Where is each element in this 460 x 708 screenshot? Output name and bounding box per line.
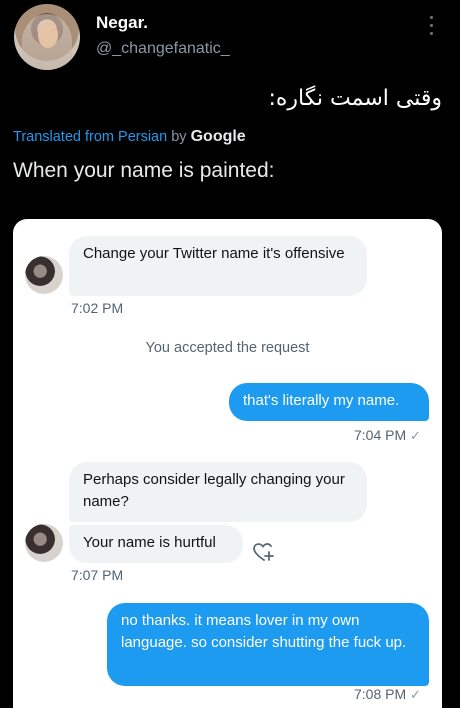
tweet-translation: When your name is painted: [13, 159, 275, 182]
google-logo-text: Google [190, 128, 246, 145]
user-handle[interactable]: @_changefanatic_ [96, 40, 230, 58]
incoming-message-2[interactable]: Perhaps consider legally changing your n… [69, 462, 367, 522]
message-time-4-text: 7:08 PM [354, 686, 407, 702]
message-time-3: 7:07 PM [71, 567, 124, 583]
sender-avatar [25, 256, 63, 294]
sender-avatar [25, 524, 63, 562]
message-time-2-text: 7:04 PM [354, 427, 407, 443]
message-time-4: 7:08 PM ✓ [354, 686, 421, 703]
outgoing-message-1[interactable]: that's literally my name. [229, 383, 429, 421]
sent-check-icon: ✓ [410, 687, 421, 702]
translated-by-label: by [171, 129, 187, 145]
tweet-header: Negar. @_changefanatic_ [0, 0, 460, 80]
dm-screenshot-card: Change your Twitter name it's offensive … [13, 219, 442, 708]
translated-from-label[interactable]: Translated from Persian [13, 129, 167, 145]
message-time-1: 7:02 PM [71, 300, 124, 316]
incoming-message-1[interactable]: Change your Twitter name it's offensive [69, 236, 367, 296]
add-reaction-heart-icon[interactable] [251, 539, 277, 565]
request-accepted-note: You accepted the request [145, 340, 310, 356]
sent-check-icon: ✓ [410, 428, 421, 443]
display-name[interactable]: Negar. [96, 13, 148, 33]
outgoing-message-2[interactable]: no thanks. it means lover in my own lang… [107, 603, 429, 686]
message-time-2: 7:04 PM ✓ [354, 427, 421, 444]
incoming-message-3[interactable]: Your name is hurtful [69, 525, 243, 563]
tweet-original-text: وقتی اسمت نگاره: [268, 86, 442, 111]
more-vertical-icon[interactable] [430, 16, 434, 36]
translation-attribution[interactable]: Translated from Persian by Google [13, 128, 246, 146]
user-avatar[interactable] [14, 4, 80, 70]
